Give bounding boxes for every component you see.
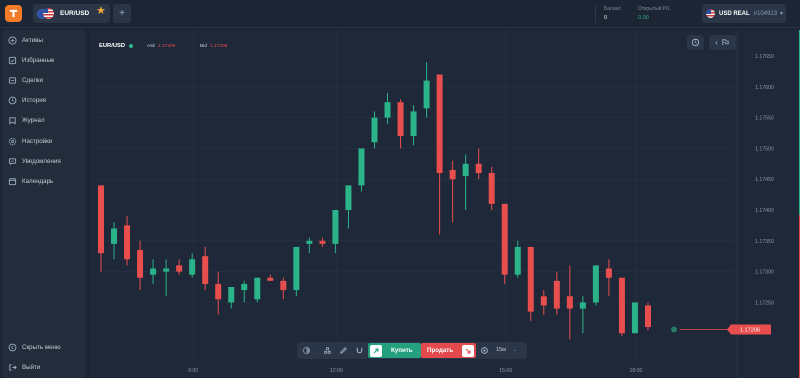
indicators-button[interactable]: [687, 35, 704, 50]
draw-tool-icon[interactable]: [339, 346, 348, 355]
candle-body: [358, 148, 365, 186]
candle-body: [137, 250, 144, 278]
y-tick-label: 1.17600: [755, 85, 774, 91]
candle-body: [150, 268, 157, 275]
candle-body: [189, 259, 196, 275]
bid-label: Bid: [200, 44, 207, 49]
candle-body: [176, 265, 183, 272]
candle-body: [267, 277, 274, 281]
candle-body: [319, 240, 326, 244]
chart-symbol: EUR/USD: [99, 43, 126, 49]
candle-body: [475, 163, 482, 174]
y-tick-label: 1.17300: [755, 270, 774, 276]
current-price-marker: [671, 326, 677, 333]
candle-body: [228, 287, 235, 303]
candle-body: [631, 302, 638, 334]
candle-body: [579, 302, 586, 309]
candle-body: [488, 173, 495, 204]
candle-body: [501, 203, 508, 275]
candle-body: [397, 102, 404, 137]
chart-nav-button[interactable]: ‹: [709, 35, 736, 50]
live-status-icon: [129, 44, 133, 48]
magnet-icon[interactable]: [355, 346, 364, 355]
y-tick-label: 1.17400: [755, 208, 774, 214]
candle-body: [540, 296, 547, 306]
candle-body: [462, 163, 469, 177]
candlestick-chart[interactable]: 1.17650 1.17600 1.17550 1.17500 1.17450 1.174…: [0, 0, 800, 378]
arrow-up-right-icon: [370, 344, 382, 357]
ask-quote: Ask 1.17206: [147, 44, 175, 49]
candle-body: [436, 74, 443, 174]
candle-body: [254, 277, 261, 300]
clock-icon: [691, 38, 700, 47]
candle-body: [241, 283, 248, 291]
candle-body: [332, 210, 339, 244]
candle-body: [163, 268, 170, 272]
chevron-left-icon: ‹: [715, 38, 718, 47]
bid-value: 1.17206: [209, 44, 228, 49]
settings-circle-icon[interactable]: [480, 346, 489, 355]
bid-quote: Bid 1.17206: [200, 44, 227, 49]
candle-body: [293, 246, 300, 291]
ask-value: 1.17206: [158, 44, 176, 49]
contrast-icon[interactable]: [302, 346, 311, 355]
candle-body: [124, 225, 131, 260]
candle-body: [215, 283, 222, 300]
x-tick-label: 12:00: [330, 368, 343, 374]
y-tick-label: 1.17550: [755, 116, 774, 122]
chevron-down-icon: ⌄: [513, 347, 518, 353]
candle-body: [644, 305, 651, 328]
y-tick-label: 1.17650: [755, 54, 774, 60]
candle-body: [566, 296, 573, 309]
candle-body: [514, 246, 521, 275]
y-tick-label: 1.17500: [755, 146, 774, 152]
y-tick-label: 1.17450: [755, 177, 774, 183]
candle-body: [371, 117, 378, 143]
candle-body: [527, 246, 534, 312]
timeframe-selector[interactable]: 15м: [496, 347, 506, 353]
candle-body: [280, 280, 287, 291]
ask-label: Ask: [147, 44, 155, 49]
candle-body: [345, 185, 352, 210]
chart-type-icon: [722, 39, 729, 46]
candle-body: [98, 185, 104, 254]
candle-body: [605, 268, 612, 278]
candle-body: [618, 277, 625, 334]
indicator-icon[interactable]: [323, 346, 332, 355]
candle-body: [202, 256, 209, 284]
sell-label: Продать: [427, 347, 454, 354]
y-tick-label: 1.17250: [755, 300, 774, 306]
candle-body: [449, 169, 456, 180]
candle-body: [423, 80, 430, 109]
buy-label: Купить: [391, 347, 413, 354]
candle-body: [306, 240, 313, 244]
candle-body: [592, 265, 599, 303]
arrow-down-right-icon: [462, 344, 475, 357]
buy-button[interactable]: Купить: [368, 343, 421, 358]
candle-body: [111, 228, 118, 244]
x-tick-label: 9:00: [188, 368, 198, 374]
y-tick-label: 1.17350: [755, 239, 774, 245]
x-tick-label: 15:00: [499, 368, 512, 374]
current-price-label: 1.17206: [740, 328, 760, 334]
sell-button[interactable]: Продать: [421, 343, 476, 358]
x-tick-label: 18:00: [629, 368, 642, 374]
candle-body: [384, 102, 391, 118]
candle-body: [410, 111, 417, 137]
candle-body: [553, 280, 560, 309]
